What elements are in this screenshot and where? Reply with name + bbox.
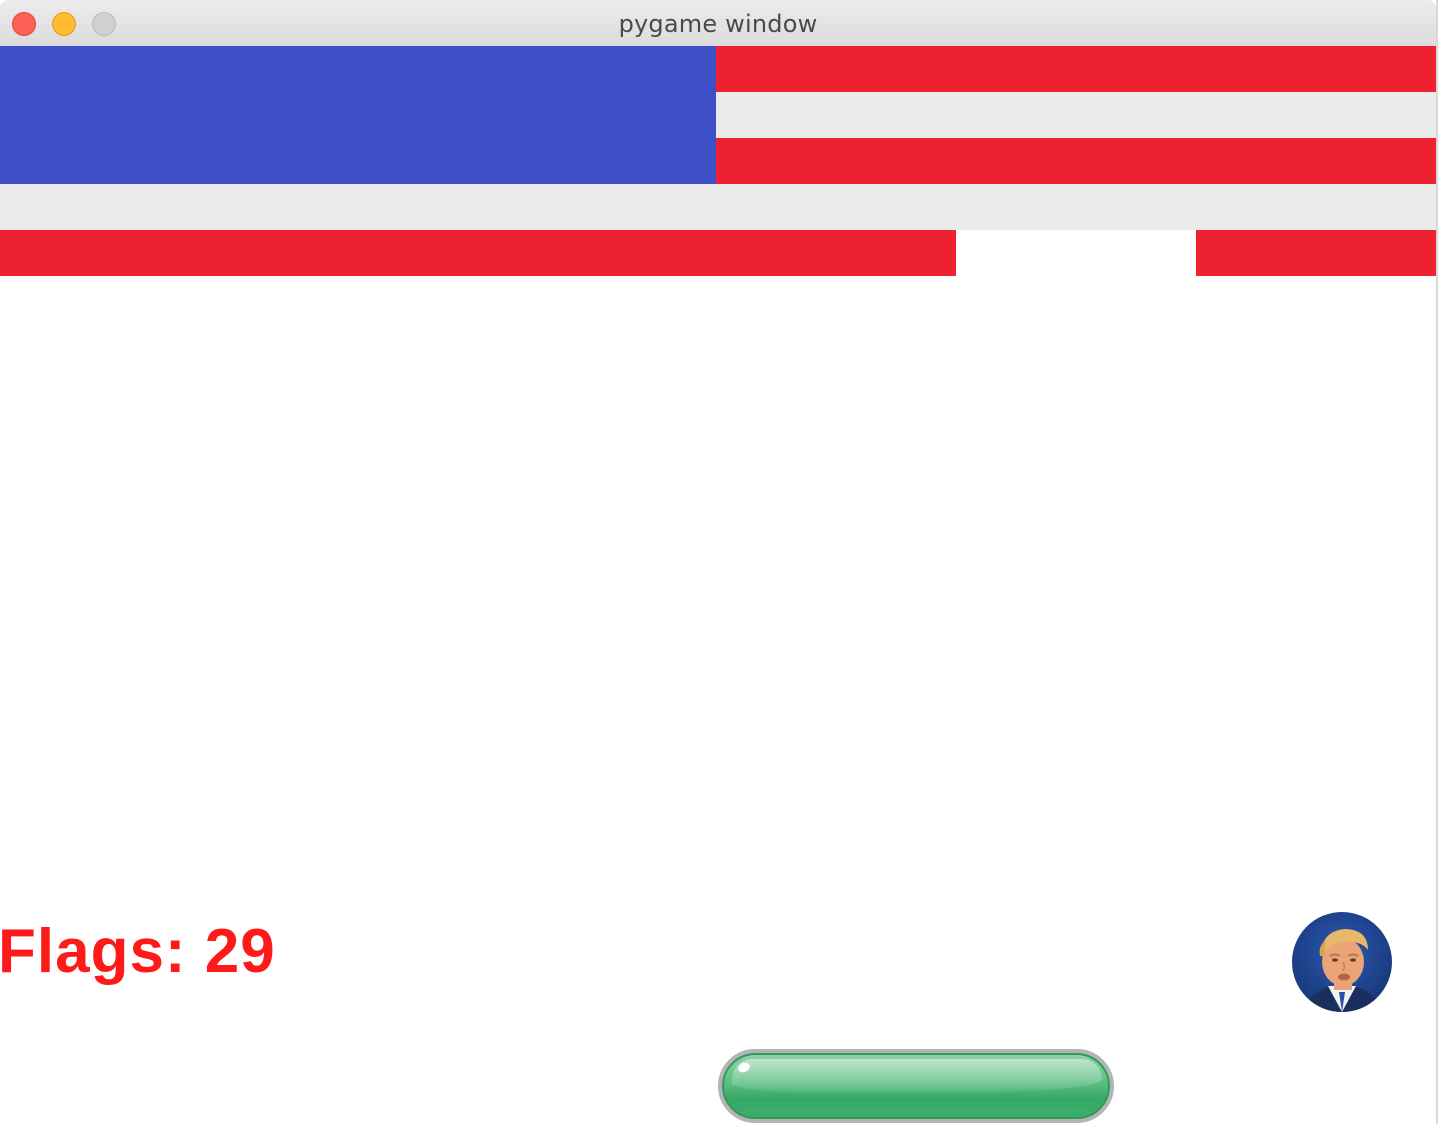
game-canvas[interactable]: Flags: 29 <box>0 46 1436 1124</box>
brick-red <box>1196 230 1436 276</box>
paddle-shine <box>732 1059 1102 1093</box>
brick-white <box>0 184 1436 230</box>
paddle[interactable] <box>718 1049 1114 1123</box>
brick-white <box>716 92 1436 138</box>
window-title: pygame window <box>618 10 818 38</box>
title-bar[interactable]: pygame window <box>0 0 1436 47</box>
flags-counter: Flags: 29 <box>0 917 276 986</box>
brick-red <box>716 138 1436 184</box>
brick-red <box>716 46 1436 92</box>
brick-red <box>0 230 956 276</box>
face-ball-art <box>1302 929 1384 1012</box>
brick-blue-canton <box>0 46 716 184</box>
game-window: pygame window Flags: 29 <box>0 0 1438 1124</box>
face-ball-icon <box>1292 912 1392 1012</box>
